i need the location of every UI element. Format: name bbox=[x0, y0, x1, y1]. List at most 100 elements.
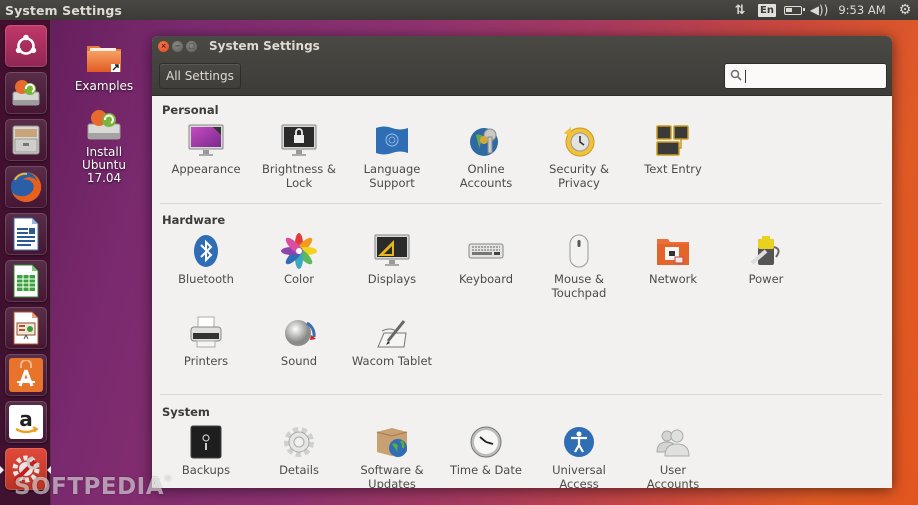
item-label-line2: Accounts bbox=[646, 476, 700, 488]
launcher-writer[interactable] bbox=[5, 213, 47, 255]
displays-icon bbox=[374, 233, 410, 269]
item-label-line1: Language bbox=[363, 162, 421, 176]
settings-item-displays[interactable]: Displays bbox=[346, 233, 438, 287]
item-label-line1: Security & bbox=[549, 162, 609, 176]
launcher: a bbox=[0, 20, 51, 505]
item-label: Network bbox=[648, 272, 698, 286]
desktop-icon-examples[interactable]: Examples bbox=[64, 40, 144, 93]
launcher-firefox[interactable] bbox=[5, 166, 47, 208]
settings-item-security-privacy[interactable]: Security & Privacy bbox=[533, 123, 625, 190]
calc-icon bbox=[9, 264, 43, 298]
desktop-icon-label: Examples bbox=[74, 79, 134, 93]
online-accounts-icon bbox=[468, 123, 504, 159]
item-label-line2: Access bbox=[559, 476, 599, 488]
wacom-tablet-icon bbox=[374, 315, 410, 351]
security-privacy-icon bbox=[561, 123, 597, 159]
search-field[interactable] bbox=[724, 63, 887, 89]
item-label-line1: User bbox=[659, 463, 687, 477]
launcher-dash-home[interactable] bbox=[5, 25, 47, 67]
maximize-button[interactable]: □ bbox=[186, 41, 197, 52]
color-icon bbox=[281, 233, 317, 269]
gear-power-icon[interactable]: ⚙ bbox=[892, 0, 918, 20]
item-label-line2: Support bbox=[369, 175, 415, 190]
item-label-line2: Accounts bbox=[459, 175, 513, 190]
software-center-icon bbox=[9, 358, 43, 392]
launcher-calc[interactable] bbox=[5, 260, 47, 302]
item-label: Keyboard bbox=[458, 272, 514, 286]
network-updown-icon[interactable]: ⇅ bbox=[726, 0, 754, 20]
writer-icon bbox=[9, 217, 43, 251]
firefox-icon bbox=[9, 170, 43, 204]
watermark: SOFTPEDIA® bbox=[14, 474, 173, 500]
item-label-line2: Touchpad bbox=[551, 285, 607, 300]
settings-item-bluetooth[interactable]: Bluetooth bbox=[160, 233, 252, 287]
settings-item-color[interactable]: Color bbox=[253, 233, 345, 287]
item-label-line1: Mouse & bbox=[554, 272, 604, 286]
universal-access-icon bbox=[561, 424, 597, 460]
minimize-button[interactable]: − bbox=[172, 41, 183, 52]
mouse-icon bbox=[561, 233, 597, 269]
folder-link-icon bbox=[84, 40, 124, 76]
item-label: Power bbox=[748, 272, 784, 286]
settings-item-printers[interactable]: Printers bbox=[160, 315, 252, 369]
item-label: Time & Date bbox=[450, 463, 522, 477]
close-button[interactable]: × bbox=[158, 41, 169, 52]
window-controls: × − □ bbox=[158, 41, 197, 52]
impress-icon bbox=[9, 311, 43, 345]
settings-item-mouse-touchpad[interactable]: Mouse & Touchpad bbox=[533, 233, 625, 300]
user-accounts-icon bbox=[655, 424, 691, 460]
volume-icon[interactable]: ◀)) bbox=[806, 0, 832, 20]
item-label: Appearance bbox=[171, 162, 241, 176]
item-label-line1: Software & bbox=[360, 463, 424, 477]
settings-item-language-support[interactable]: Language Support bbox=[346, 123, 438, 190]
install-ubuntu-icon bbox=[84, 106, 124, 142]
item-label: Wacom Tablet bbox=[351, 354, 433, 368]
settings-item-online-accounts[interactable]: Online Accounts bbox=[440, 123, 532, 190]
settings-item-network[interactable]: Network bbox=[627, 233, 719, 287]
text-entry-icon bbox=[655, 123, 691, 159]
software-updates-icon bbox=[374, 424, 410, 460]
item-label-line1: Online bbox=[467, 162, 505, 176]
search-icon bbox=[730, 69, 742, 84]
settings-item-backups[interactable]: Backups bbox=[160, 424, 252, 478]
desktop-icon-install-ubuntu[interactable]: Install Ubuntu 17.04 bbox=[64, 106, 144, 185]
keyboard-layout-indicator[interactable]: En bbox=[754, 0, 780, 20]
launcher-amazon[interactable]: a bbox=[5, 401, 47, 443]
settings-item-user-accounts[interactable]: User Accounts bbox=[627, 424, 719, 488]
launcher-impress[interactable] bbox=[5, 307, 47, 349]
item-label: Details bbox=[279, 463, 319, 477]
settings-item-details[interactable]: Details bbox=[253, 424, 345, 478]
launcher-files[interactable] bbox=[5, 119, 47, 161]
appearance-icon bbox=[188, 123, 224, 159]
clock-icon bbox=[468, 424, 504, 460]
top-panel: System Settings ⇅ En ◀)) 9:53 AM ⚙ bbox=[0, 0, 918, 20]
settings-item-software-updates[interactable]: Software & Updates bbox=[346, 424, 438, 488]
settings-item-universal-access[interactable]: Universal Access bbox=[533, 424, 625, 488]
brightness-lock-icon bbox=[281, 123, 317, 159]
all-settings-button[interactable]: All Settings bbox=[159, 63, 241, 89]
item-label: Displays bbox=[367, 272, 417, 286]
item-label: Text Entry bbox=[644, 162, 702, 176]
settings-item-wacom-tablet[interactable]: Wacom Tablet bbox=[346, 315, 438, 369]
search-input[interactable] bbox=[746, 69, 886, 83]
item-label: Color bbox=[283, 272, 315, 286]
launcher-ubuntu-software[interactable] bbox=[5, 354, 47, 396]
focused-app-indicator-right bbox=[47, 466, 51, 474]
settings-item-power[interactable]: Power bbox=[720, 233, 812, 287]
backups-safe-icon bbox=[188, 424, 224, 460]
settings-item-time-date[interactable]: Time & Date bbox=[440, 424, 532, 478]
file-cabinet-icon bbox=[9, 123, 43, 157]
settings-item-sound[interactable]: Sound bbox=[253, 315, 345, 369]
item-label: Bluetooth bbox=[178, 272, 234, 286]
settings-item-brightness-lock[interactable]: Brightness & Lock bbox=[253, 123, 345, 190]
active-app-indicator-left bbox=[0, 466, 4, 474]
settings-item-keyboard[interactable]: Keyboard bbox=[440, 233, 532, 287]
launcher-install-ubuntu[interactable] bbox=[5, 72, 47, 114]
settings-item-text-entry[interactable]: Text Entry bbox=[627, 123, 719, 177]
settings-item-appearance[interactable]: Appearance bbox=[160, 123, 252, 177]
watermark-mark: ® bbox=[164, 474, 173, 483]
keyboard-icon bbox=[468, 233, 504, 269]
battery-icon[interactable] bbox=[780, 0, 806, 20]
window-titlebar[interactable]: × − □ System Settings All Settings bbox=[152, 36, 892, 96]
clock[interactable]: 9:53 AM bbox=[832, 0, 892, 20]
